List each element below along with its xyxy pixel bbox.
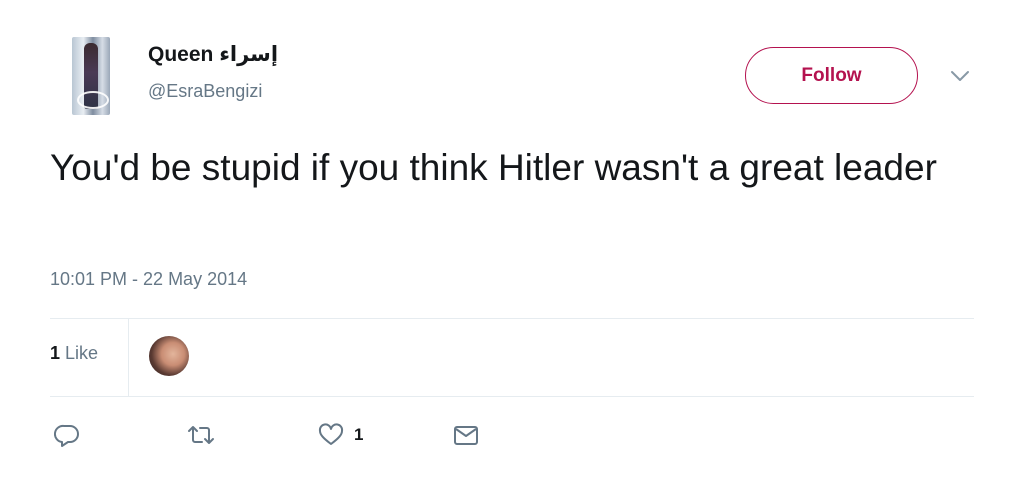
likes-count: 1 xyxy=(50,343,61,363)
author-display-name[interactable]: Queen إسراء xyxy=(148,42,278,67)
stats-separator xyxy=(128,319,129,396)
follow-button[interactable]: Follow xyxy=(745,47,918,104)
likes-label: Like xyxy=(65,343,99,363)
tweet-text: You'd be stupid if you think Hitler wasn… xyxy=(50,147,937,188)
direct-message-icon xyxy=(454,426,478,445)
retweet-button[interactable] xyxy=(186,420,216,450)
retweet-icon xyxy=(188,426,214,444)
author-avatar[interactable] xyxy=(72,37,110,115)
like-action-count: 1 xyxy=(354,425,364,444)
divider-top xyxy=(50,318,974,319)
reply-button[interactable] xyxy=(54,420,80,450)
tweet-timestamp[interactable]: 10:01 PM - 22 May 2014 xyxy=(50,269,247,290)
direct-message-button[interactable] xyxy=(453,420,479,450)
like-icon xyxy=(318,423,344,445)
divider-bottom xyxy=(50,396,974,397)
chevron-down-icon[interactable] xyxy=(946,64,974,88)
reply-icon xyxy=(54,424,79,447)
liker-avatar[interactable] xyxy=(149,336,189,376)
likes-stat[interactable]: 1 Like xyxy=(50,343,98,364)
avatar-logo-mark xyxy=(77,91,109,109)
author-handle[interactable]: @EsraBengizi xyxy=(148,81,262,102)
like-button[interactable]: 1 xyxy=(318,420,363,450)
